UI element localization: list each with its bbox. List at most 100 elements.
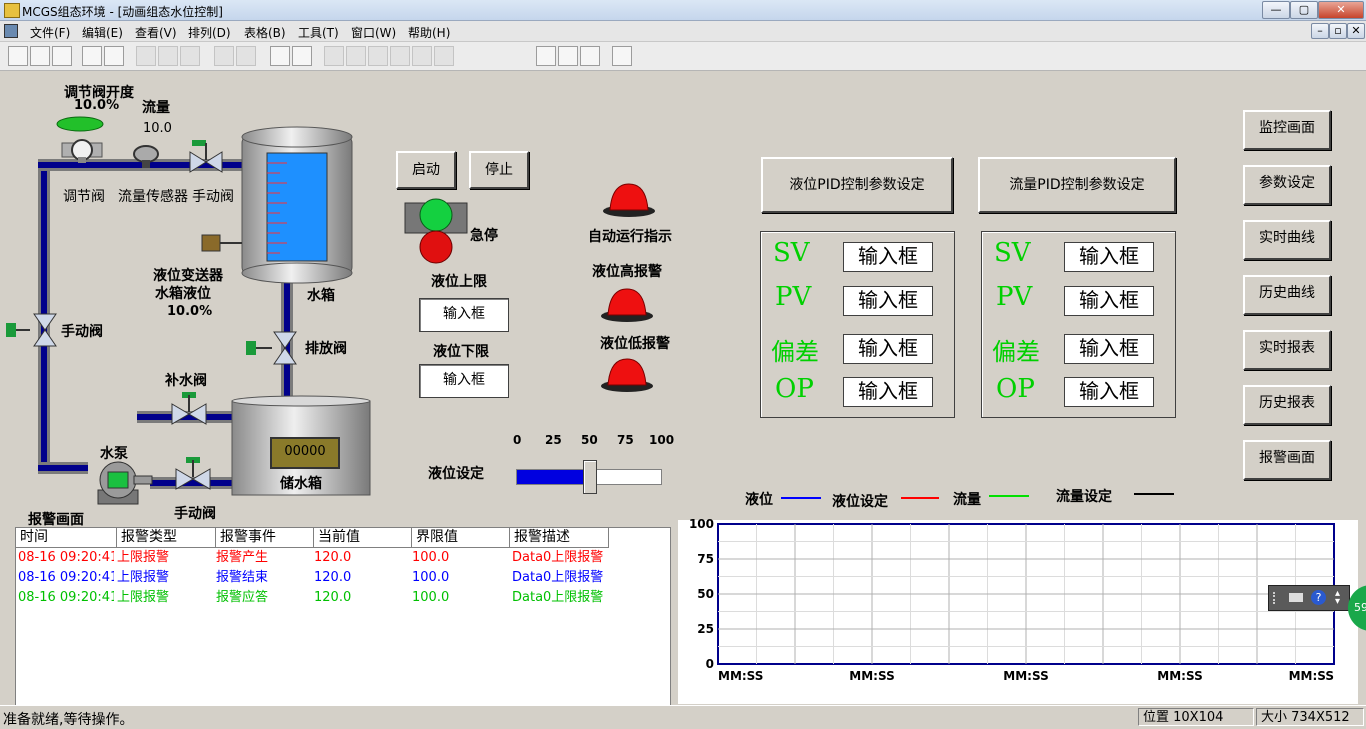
menu-help[interactable]: 帮助(H)	[408, 24, 450, 41]
toolbar	[0, 42, 1366, 71]
nav-monitor-button[interactable]: 监控画面	[1243, 110, 1331, 150]
nav-history-report-button[interactable]: 历史报表	[1243, 385, 1331, 425]
paste-icon[interactable]	[180, 46, 200, 66]
print-preview-icon[interactable]	[104, 46, 124, 66]
level-setpoint-label: 液位设定	[428, 466, 484, 482]
manual-valve-left-icon[interactable]	[4, 310, 64, 350]
storage-display: 00000	[270, 437, 340, 469]
tools-icon[interactable]	[270, 46, 290, 66]
level-setpoint-slider[interactable]	[516, 460, 662, 494]
flow-pid-button[interactable]: 流量PID控制参数设定	[978, 157, 1176, 213]
level-upper-input[interactable]: 输入框	[419, 298, 509, 332]
level-transmitter-icon	[201, 234, 242, 252]
level-pid-button[interactable]: 液位PID控制参数设定	[761, 157, 953, 213]
new-window-icon[interactable]	[8, 46, 28, 66]
low-alarm-lamp-icon	[601, 358, 653, 392]
manual-valve-bottom-icon[interactable]	[172, 455, 218, 499]
font-icon[interactable]	[390, 46, 410, 66]
nav-history-curve-button[interactable]: 历史曲线	[1243, 275, 1331, 315]
nav-params-button[interactable]: 参数设定	[1243, 165, 1331, 205]
nav-realtime-curve-button[interactable]: 实时曲线	[1243, 220, 1331, 260]
nav-realtime-report-button[interactable]: 实时报表	[1243, 330, 1331, 370]
emergency-stop-icon[interactable]	[403, 195, 469, 265]
alarm-cell: 100.0	[412, 570, 450, 585]
alarm-cell: 08-16 09:20:41.	[18, 550, 114, 565]
maximize-button[interactable]: ▢	[1290, 1, 1318, 19]
alarm-cell: 120.0	[314, 550, 352, 565]
legend-flow: 流量	[953, 492, 981, 508]
menu-arrange[interactable]: 排列(D)	[188, 24, 231, 41]
x-tick-label: MM:SS	[1003, 669, 1048, 683]
y-tick-label: 50	[697, 587, 714, 601]
menu-file[interactable]: 文件(F)	[30, 24, 70, 41]
flow-sv-input[interactable]: 输入框	[1064, 242, 1154, 272]
doc-close-button[interactable]: ✕	[1347, 23, 1365, 39]
level-sv-input[interactable]: 输入框	[843, 242, 933, 272]
flow-error-input[interactable]: 输入框	[1064, 334, 1154, 364]
cut-icon[interactable]	[136, 46, 156, 66]
stop-button[interactable]: 停止	[469, 151, 529, 189]
copy-icon[interactable]	[158, 46, 178, 66]
regulating-valve-icon[interactable]	[60, 133, 104, 183]
alarm-cell: Data0上限报警	[512, 550, 604, 565]
flow-pv-input[interactable]: 输入框	[1064, 286, 1154, 316]
menu-tools[interactable]: 工具(T)	[298, 24, 339, 41]
save-icon[interactable]	[52, 46, 72, 66]
keyboard-icon[interactable]	[1289, 593, 1303, 602]
nav-alarm-button[interactable]: 报警画面	[1243, 440, 1331, 480]
doc-restore-button[interactable]: ▫	[1329, 23, 1347, 39]
alarm-cell: 上限报警	[117, 590, 170, 605]
floating-toolbar[interactable]: ? ▴ ▾	[1268, 585, 1350, 611]
image-icon[interactable]	[368, 46, 388, 66]
refill-valve-icon[interactable]	[168, 390, 214, 434]
sort-icon[interactable]	[580, 46, 600, 66]
list-icon[interactable]	[434, 46, 454, 66]
draw-icon[interactable]	[324, 46, 344, 66]
window-icon[interactable]	[292, 46, 312, 66]
open-icon[interactable]	[30, 46, 50, 66]
align-icon[interactable]	[412, 46, 432, 66]
manual-valve-top-icon[interactable]	[186, 138, 232, 182]
menu-edit[interactable]: 编辑(E)	[82, 24, 123, 41]
flow-sensor-icon[interactable]	[128, 142, 164, 172]
flow-op-label: OP	[996, 374, 1035, 404]
slider-thumb[interactable]	[583, 460, 597, 494]
slider-fill	[517, 470, 583, 484]
alarm-cell: 100.0	[412, 590, 450, 605]
print-icon[interactable]	[82, 46, 102, 66]
minimize-button[interactable]: —	[1262, 1, 1290, 19]
menu-window[interactable]: 窗口(W)	[351, 24, 396, 41]
drain-valve-icon[interactable]	[244, 328, 304, 368]
level-lower-input[interactable]: 输入框	[419, 364, 509, 398]
manual-valve-left-label: 手动阀	[61, 324, 103, 340]
doc-minimize-button[interactable]: –	[1311, 23, 1329, 39]
updown-icon[interactable]: ▴ ▾	[1335, 589, 1340, 607]
menu-table[interactable]: 表格(B)	[244, 24, 286, 41]
question-icon[interactable]: ?	[1311, 590, 1326, 605]
level-pv-input[interactable]: 输入框	[843, 286, 933, 316]
level-op-input[interactable]: 输入框	[843, 377, 933, 407]
legend-level: 液位	[745, 492, 773, 508]
level-error-input[interactable]: 输入框	[843, 334, 933, 364]
flow-op-input[interactable]: 输入框	[1064, 377, 1154, 407]
legend-level-swatch	[781, 497, 821, 499]
manual-valve-bottom-label: 手动阀	[174, 506, 216, 522]
undo-icon[interactable]	[214, 46, 234, 66]
check-icon[interactable]	[558, 46, 578, 66]
properties-icon[interactable]	[536, 46, 556, 66]
alarm-table[interactable]: 时间 报警类型 报警事件 当前值 界限值 报警描述 08-16 09:20:41…	[15, 527, 671, 706]
refill-valve-label: 补水阀	[165, 373, 207, 389]
flow-label: 流量	[142, 100, 170, 116]
legend-flow-setpoint-swatch	[1134, 493, 1174, 495]
x-tick-label: MM:SS	[718, 669, 763, 683]
menu-view[interactable]: 查看(V)	[135, 24, 177, 41]
flow-error-label: 偏差	[992, 338, 1040, 366]
redo-icon[interactable]	[236, 46, 256, 66]
high-alarm-lamp-icon	[601, 288, 653, 322]
edit-shape-icon[interactable]	[346, 46, 366, 66]
start-button[interactable]: 启动	[396, 151, 456, 189]
y-tick-label: 100	[689, 518, 714, 531]
close-button[interactable]: ✕	[1318, 1, 1364, 19]
pump-icon[interactable]	[84, 460, 154, 508]
help-icon[interactable]	[612, 46, 632, 66]
